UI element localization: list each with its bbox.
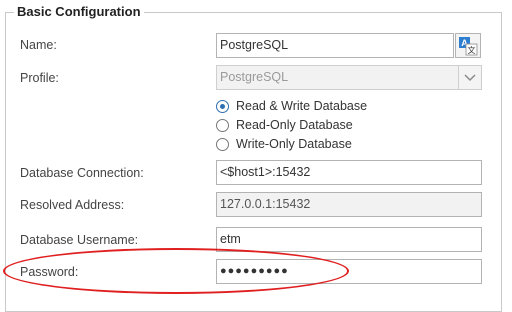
name-label: Name: xyxy=(20,38,57,52)
password-field[interactable]: ●●●●●●●●● xyxy=(216,259,482,284)
translate-button[interactable]: A 文 xyxy=(455,33,481,58)
svg-text:文: 文 xyxy=(468,45,476,55)
radio-button[interactable] xyxy=(216,100,229,113)
profile-select[interactable]: PostgreSQL xyxy=(216,65,482,90)
radio-button[interactable] xyxy=(216,138,229,151)
translate-icon: A 文 xyxy=(459,37,478,56)
profile-label: Profile: xyxy=(20,71,59,85)
database-username-label: Database Username: xyxy=(20,233,139,247)
profile-dropdown-button[interactable] xyxy=(458,66,480,89)
radio-label: Read & Write Database xyxy=(236,99,368,113)
radio-label: Write-Only Database xyxy=(236,137,352,151)
name-field[interactable]: PostgreSQL xyxy=(216,33,454,58)
resolved-address-field: 127.0.0.1:15432 xyxy=(216,192,482,217)
resolved-address-label: Resolved Address: xyxy=(20,198,125,212)
database-connection-field[interactable]: <$host1>:15432 xyxy=(216,160,482,185)
database-connection-label: Database Connection: xyxy=(20,166,144,180)
radio-button[interactable] xyxy=(216,119,229,132)
password-label: Password: xyxy=(20,265,79,279)
database-username-field[interactable]: etm xyxy=(216,227,482,252)
radio-label: Read-Only Database xyxy=(236,118,353,132)
group-title: Basic Configuration xyxy=(14,4,144,19)
chevron-down-icon xyxy=(464,74,476,82)
